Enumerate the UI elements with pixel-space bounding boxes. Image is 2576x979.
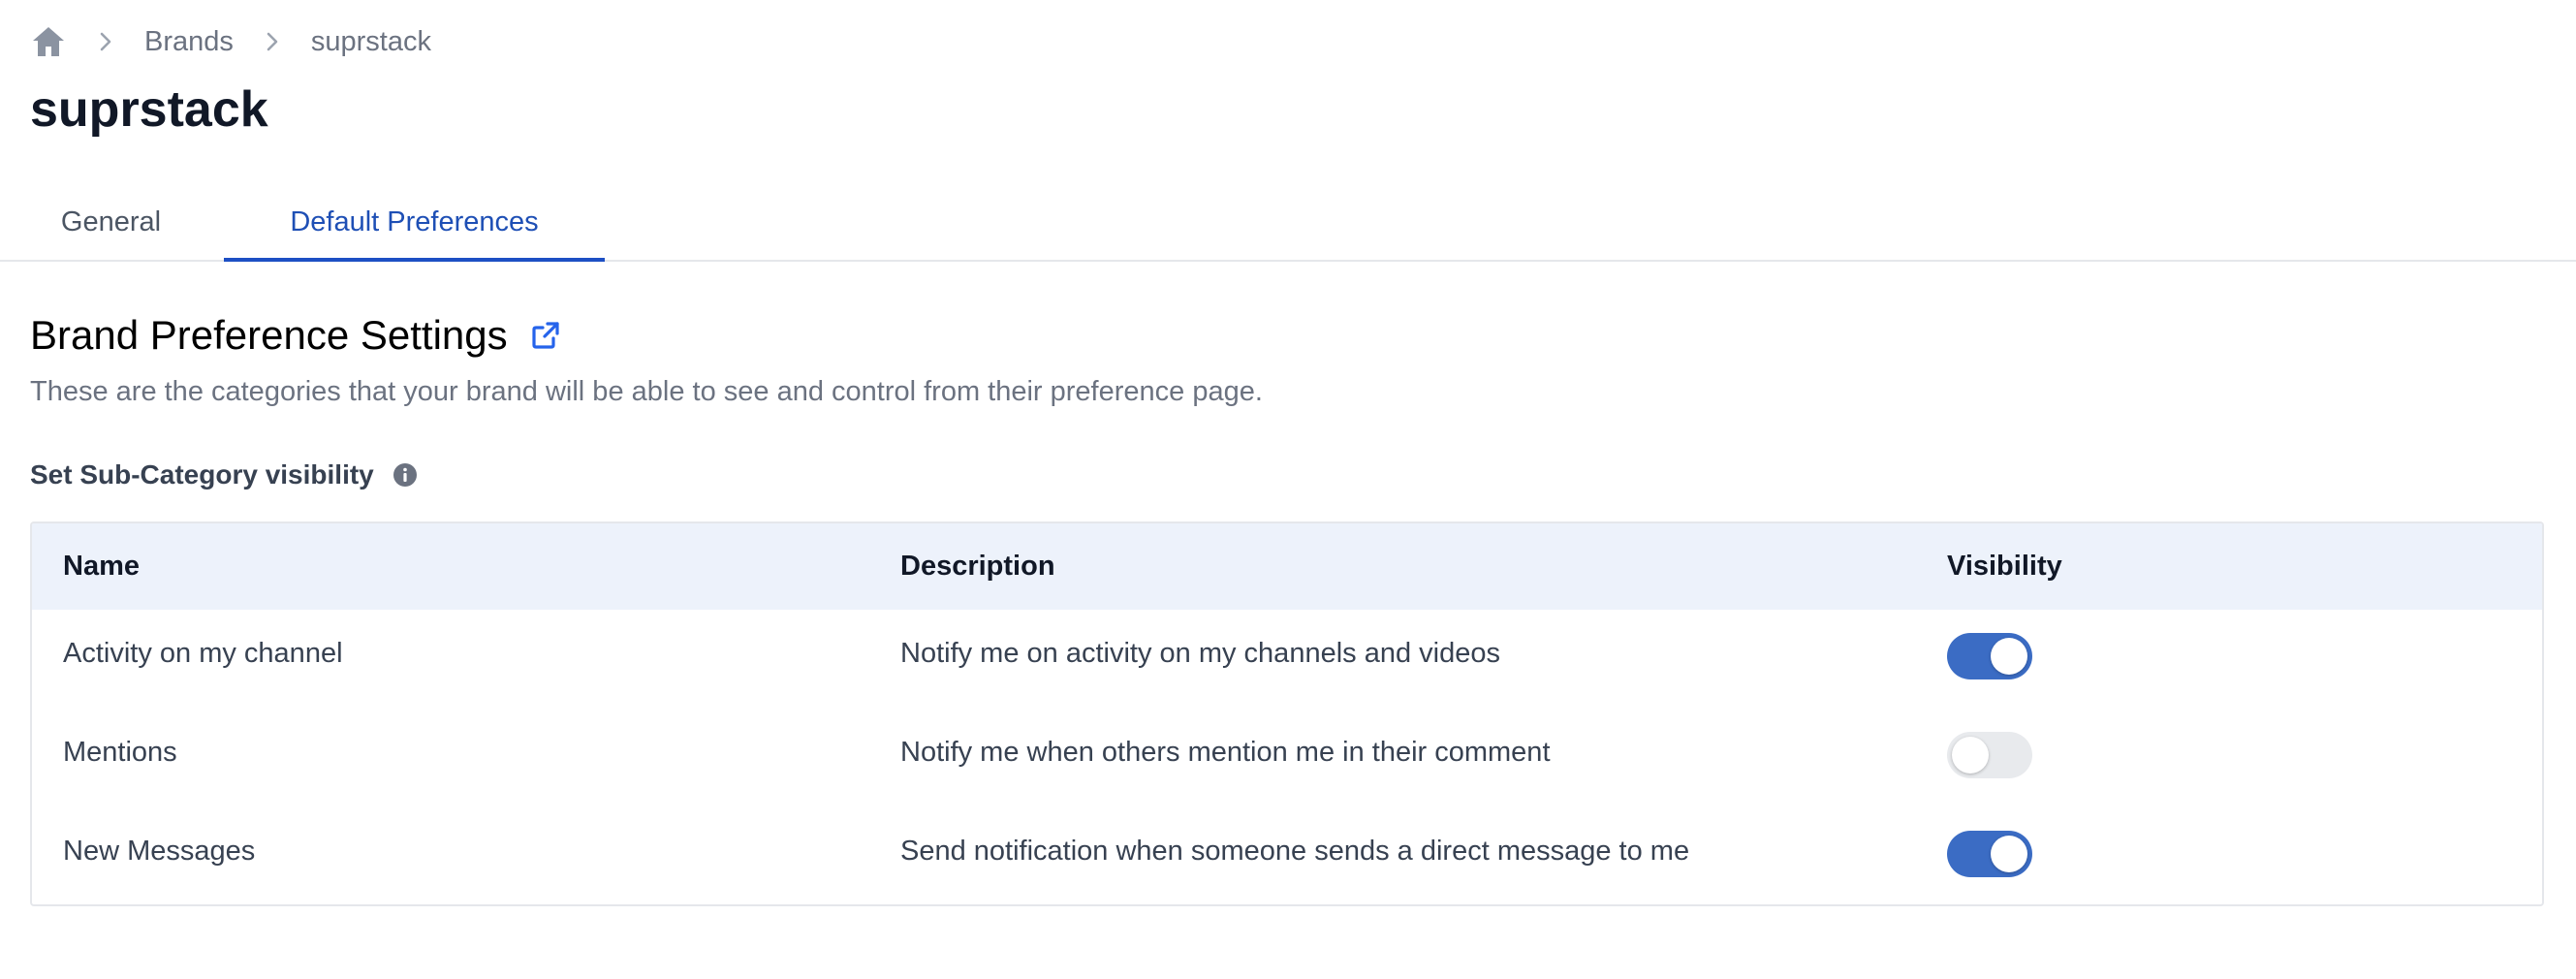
column-header-description: Description [900,551,1055,582]
subcategory-table: Name Description Visibility Activity on … [30,521,2544,906]
section-title: Brand Preference Settings [30,312,508,358]
breadcrumb-item-current[interactable]: suprstack [311,26,431,58]
tab-default-preferences[interactable]: Default Preferences [224,184,605,262]
row-name: New Messages [63,836,256,867]
table-header: Name Description Visibility [32,523,2542,610]
visibility-toggle[interactable] [1947,633,2032,679]
table-row: New Messages Send notification when some… [32,807,2542,904]
page-title: suprstack [30,81,268,138]
external-link-icon[interactable] [529,319,562,352]
home-icon[interactable] [30,23,67,60]
visibility-toggle[interactable] [1947,732,2032,778]
visibility-toggle[interactable] [1947,831,2032,877]
row-description: Send notification when someone sends a d… [900,836,1690,867]
subcategory-label-text: Set Sub-Category visibility [30,459,374,490]
breadcrumb: Brands suprstack [30,21,458,62]
toggle-knob [1991,836,2027,872]
section-description: These are the categories that your brand… [30,376,1263,407]
table-row: Activity on my channel Notify me on acti… [32,610,2542,709]
tab-bar: General Default Preferences [0,184,2576,262]
toggle-knob [1991,638,2027,675]
active-tab-indicator [224,258,605,262]
row-description: Notify me on activity on my channels and… [900,638,1500,669]
column-header-name: Name [63,551,140,582]
chevron-right-icon [261,30,284,53]
section-heading: Brand Preference Settings [30,308,562,363]
info-icon[interactable] [392,461,419,489]
breadcrumb-item-brands[interactable]: Brands [144,26,234,58]
tab-general[interactable]: General [30,184,192,260]
tab-general-label: General [60,206,162,237]
subcategory-visibility-label: Set Sub-Category visibility [30,456,419,494]
chevron-right-icon [94,30,117,53]
column-header-visibility: Visibility [1947,551,2062,582]
row-description: Notify me when others mention me in thei… [900,737,1551,768]
table-row: Mentions Notify me when others mention m… [32,709,2542,807]
toggle-knob [1952,737,1989,774]
row-name: Mentions [63,737,177,768]
tab-default-preferences-label: Default Preferences [290,206,539,237]
row-name: Activity on my channel [63,638,343,669]
